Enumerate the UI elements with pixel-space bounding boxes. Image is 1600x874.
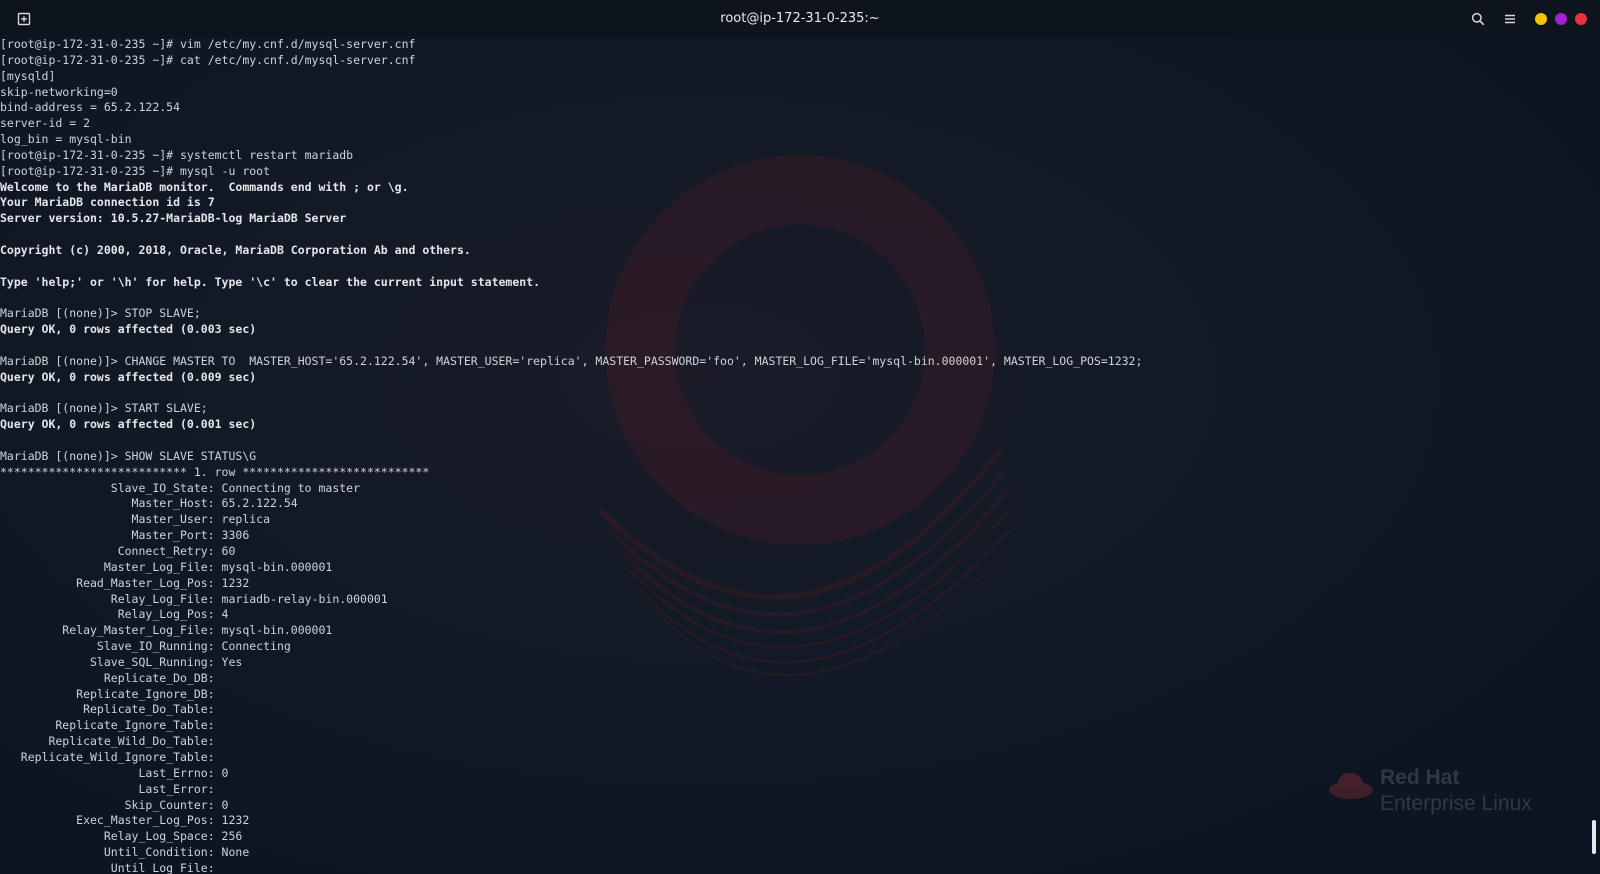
terminal-line: Replicate_Do_Table:	[0, 702, 222, 717]
terminal-text: [root@ip-172-31-0-235 ~]# vim /etc/my.cn…	[0, 37, 1588, 874]
terminal-line: *************************** 1. row *****…	[0, 464, 430, 479]
terminal-line: [root@ip-172-31-0-235 ~]# systemctl rest…	[0, 147, 354, 162]
title-bar: root@ip-172-31-0-235:~	[0, 0, 1600, 37]
terminal-line: MariaDB [(none)]> START SLAVE;	[0, 401, 208, 416]
terminal-window: Red Hat Enterprise Linux root@ip-172-31-…	[0, 0, 1600, 874]
terminal-line: Type 'help;' or '\h' for help. Type '\c'…	[0, 274, 541, 289]
terminal-line: Relay_Log_Pos: 4	[0, 607, 229, 622]
hamburger-menu-icon	[1505, 14, 1515, 24]
terminal-line: Replicate_Ignore_Table:	[0, 718, 222, 733]
terminal-line: [mysqld]	[0, 68, 56, 83]
window-title: root@ip-172-31-0-235:~	[720, 11, 880, 26]
terminal-line: Connect_Retry: 60	[0, 544, 236, 558]
terminal-line: Read_Master_Log_Pos: 1232	[0, 575, 250, 590]
terminal-line: Master_User: replica	[0, 512, 271, 527]
terminal-line: Server version: 10.5.27-MariaDB-log Mari…	[0, 211, 347, 226]
maximize-button[interactable]	[1555, 13, 1567, 25]
terminal-output[interactable]: [root@ip-172-31-0-235 ~]# vim /etc/my.cn…	[0, 37, 1588, 874]
terminal-line: Skip_Counter: 0	[0, 797, 229, 812]
terminal-line: Slave_IO_State: Connecting to master	[0, 480, 361, 495]
menu-button[interactable]	[1500, 9, 1520, 29]
terminal-line: Relay_Log_File: mariadb-relay-bin.000001	[0, 591, 388, 606]
terminal-line: Slave_SQL_Running: Yes	[0, 654, 243, 669]
terminal-line: MariaDB [(none)]> SHOW SLAVE STATUS\G	[0, 448, 257, 463]
search-icon	[1471, 12, 1485, 26]
terminal-line: MariaDB [(none)]> CHANGE MASTER TO MASTE…	[0, 353, 1143, 368]
minimize-button[interactable]	[1535, 13, 1547, 25]
terminal-line: Last_Error:	[0, 781, 222, 796]
terminal-line: [root@ip-172-31-0-235 ~]# cat /etc/my.cn…	[0, 52, 416, 67]
scrollbar-thumb[interactable]	[1592, 820, 1596, 854]
terminal-line: Until_Log_File:	[0, 860, 222, 874]
terminal-line: Copyright (c) 2000, 2018, Oracle, MariaD…	[0, 242, 471, 257]
terminal-line: Welcome to the MariaDB monitor. Commands…	[0, 179, 409, 194]
terminal-line: server-id = 2	[0, 116, 91, 131]
terminal-line: Master_Log_File: mysql-bin.000001	[0, 559, 333, 574]
terminal-line: skip-networking=0	[0, 84, 118, 99]
terminal-scrollbar[interactable]	[1588, 37, 1600, 874]
terminal-line: Relay_Log_Space: 256	[0, 829, 243, 844]
terminal-line: Replicate_Ignore_DB:	[0, 686, 222, 701]
terminal-line: Exec_Master_Log_Pos: 1232	[0, 813, 250, 828]
terminal-line: log_bin = mysql-bin	[0, 132, 132, 147]
terminal-line: bind-address = 65.2.122.54	[0, 100, 181, 115]
terminal-line: [root@ip-172-31-0-235 ~]# mysql -u root	[0, 163, 271, 178]
search-button[interactable]	[1468, 9, 1488, 29]
terminal-line: Until_Condition: None	[0, 845, 250, 860]
terminal-line: Relay_Master_Log_File: mysql-bin.000001	[0, 623, 333, 638]
terminal-line: Master_Port: 3306	[0, 528, 250, 543]
terminal-line: Replicate_Do_DB:	[0, 670, 222, 685]
terminal-line: Last_Errno: 0	[0, 765, 229, 780]
close-button[interactable]	[1575, 13, 1587, 25]
terminal-line: Query OK, 0 rows affected (0.009 sec)	[0, 369, 257, 384]
terminal-line: MariaDB [(none)]> STOP SLAVE;	[0, 306, 201, 321]
terminal-line: Slave_IO_Running: Connecting	[0, 639, 291, 654]
terminal-line: Query OK, 0 rows affected (0.001 sec)	[0, 417, 257, 432]
terminal-line: [root@ip-172-31-0-235 ~]# vim /etc/my.cn…	[0, 37, 416, 51]
terminal-line: Replicate_Wild_Do_Table:	[0, 734, 222, 749]
terminal-line: Master_Host: 65.2.122.54	[0, 496, 298, 511]
terminal-line: Replicate_Wild_Ignore_Table:	[0, 749, 222, 764]
terminal-line: Your MariaDB connection id is 7	[0, 195, 215, 210]
terminal-line: Query OK, 0 rows affected (0.003 sec)	[0, 322, 257, 337]
